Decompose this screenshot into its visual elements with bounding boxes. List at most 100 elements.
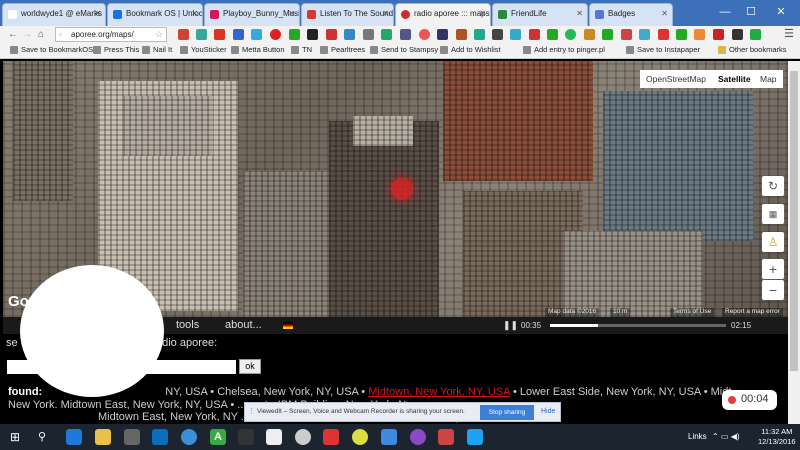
extension-icon[interactable] [602, 29, 613, 40]
extension-icon[interactable] [584, 29, 595, 40]
extension-icon[interactable] [510, 29, 521, 40]
app-icon[interactable] [181, 429, 197, 445]
extension-icon[interactable] [233, 29, 244, 40]
forward-icon[interactable]: → [20, 27, 34, 42]
minimize-button[interactable]: — [714, 4, 736, 20]
rotate-icon[interactable]: ↻ [762, 176, 784, 196]
extension-icon[interactable] [676, 29, 687, 40]
maximize-button[interactable]: ☐ [740, 4, 762, 20]
close-icon[interactable]: ✕ [382, 9, 389, 18]
app-icon[interactable] [410, 429, 426, 445]
maptype-openstreetmap[interactable]: OpenStreetMap [640, 70, 713, 88]
extension-icon[interactable] [474, 29, 485, 40]
app-icon[interactable] [152, 429, 168, 445]
bookmark-item[interactable]: Press This [93, 45, 139, 54]
extension-icon[interactable] [326, 29, 337, 40]
nav-about[interactable]: about... [225, 319, 262, 331]
maptype-map[interactable]: Map [754, 70, 783, 88]
address-bar[interactable]: ▫ aporee.org/maps/ ☆ [55, 27, 167, 42]
extension-icon[interactable] [289, 29, 300, 40]
app-icon[interactable] [381, 429, 397, 445]
close-icon[interactable]: ✕ [288, 9, 295, 18]
german-flag-icon[interactable] [283, 322, 293, 329]
extension-icon[interactable] [694, 29, 705, 40]
bookmark-item[interactable]: Save to Instapaper [626, 45, 700, 54]
result-link-active[interactable]: Midtown, New York, NY, USA [368, 386, 510, 398]
store-icon[interactable] [124, 429, 140, 445]
extension-icon[interactable] [178, 29, 189, 40]
close-icon[interactable]: ✕ [576, 9, 583, 18]
pause-icon[interactable]: ❚❚ [503, 320, 518, 331]
close-icon[interactable]: ✕ [661, 9, 668, 18]
tab-listen[interactable]: Listen To The Sounds O ✕ [301, 3, 394, 26]
extension-icon[interactable] [381, 29, 392, 40]
other-bookmarks[interactable]: Other bookmarks [718, 45, 787, 54]
bookmark-item[interactable]: TN [291, 45, 312, 54]
app-icon[interactable]: A [210, 429, 226, 445]
extension-icon[interactable] [621, 29, 632, 40]
extension-icon[interactable] [214, 29, 225, 40]
zoom-in-button[interactable]: + [762, 259, 784, 279]
recorder-timer[interactable]: 00:04 [722, 390, 777, 410]
chrome-icon[interactable] [352, 429, 368, 445]
extension-icon[interactable] [750, 29, 761, 40]
menu-icon[interactable]: ☰ [782, 27, 796, 42]
zoom-out-button[interactable]: − [762, 280, 784, 300]
tilt-icon[interactable]: ▦ [762, 204, 784, 224]
sound-location-marker[interactable] [391, 178, 413, 200]
edge-icon[interactable] [66, 429, 82, 445]
app-icon[interactable] [438, 429, 454, 445]
close-icon[interactable]: ✕ [94, 9, 101, 18]
extension-icon[interactable] [492, 29, 503, 40]
ok-button[interactable]: ok [239, 359, 261, 374]
extension-icon[interactable] [400, 29, 411, 40]
hide-button[interactable]: Hide [541, 408, 555, 415]
extension-icon[interactable] [639, 29, 650, 40]
star-icon[interactable]: ☆ [155, 29, 163, 40]
terms-link[interactable]: Terms of Use [670, 308, 715, 317]
tab-bookmarkos[interactable]: Bookmark OS | Unlock ✕ [107, 3, 203, 26]
pegman-icon[interactable]: ♙ [762, 232, 784, 252]
extension-icon[interactable] [456, 29, 467, 40]
system-tray-icons[interactable]: ⌃ ▭ ◀) [712, 432, 740, 441]
extension-icon[interactable] [713, 29, 724, 40]
bookmark-item[interactable]: Metta Button [231, 45, 285, 54]
links-toolbar[interactable]: Links [688, 432, 707, 441]
tab-emarks[interactable]: worldwyde1 @ eMarks ✕ [2, 3, 106, 26]
close-icon[interactable]: ✕ [191, 9, 198, 18]
report-error-link[interactable]: Report a map error [722, 308, 783, 317]
tab-friendlife[interactable]: FriendLife ✕ [492, 3, 588, 26]
search-icon[interactable]: ⚲ [38, 429, 54, 445]
bookmark-item[interactable]: YouSticker [180, 45, 227, 54]
extension-icon[interactable] [529, 29, 540, 40]
tab-badges[interactable]: Badges ✕ [589, 3, 673, 26]
extension-icon[interactable] [565, 29, 576, 40]
back-icon[interactable]: ← [6, 27, 20, 42]
close-window-button[interactable]: ✕ [770, 4, 792, 20]
explorer-icon[interactable] [95, 429, 111, 445]
page-scrollbar[interactable] [788, 61, 800, 424]
close-icon[interactable]: ✕ [479, 9, 486, 18]
twitter-icon[interactable] [467, 429, 483, 445]
drag-handle-icon[interactable]: ⋮ [248, 407, 255, 415]
bookmark-item[interactable]: Nail It [142, 45, 172, 54]
heart-icon[interactable] [270, 29, 281, 40]
tab-radio-aporee[interactable]: radio aporee ::: maps ✕ [395, 3, 491, 26]
extension-icon[interactable] [196, 29, 207, 40]
tab-playboy[interactable]: Playboy_Bunny_Music_ ✕ [204, 3, 300, 26]
stop-sharing-button[interactable]: Stop sharing [480, 405, 534, 420]
bookmark-item[interactable]: Save to BookmarkOS [10, 45, 93, 54]
app-icon[interactable] [266, 429, 282, 445]
bookmark-item[interactable]: Pearltrees [320, 45, 365, 54]
bookmark-item[interactable]: Add entry to pinger.pl [523, 45, 605, 54]
bookmark-item[interactable]: Send to Stampsy [370, 45, 438, 54]
app-icon[interactable] [323, 429, 339, 445]
maptype-satellite[interactable]: Satellite [712, 70, 757, 88]
extension-icon[interactable] [732, 29, 743, 40]
seek-bar[interactable] [550, 324, 726, 327]
extension-icon[interactable] [547, 29, 558, 40]
extension-icon[interactable] [344, 29, 355, 40]
bookmark-item[interactable]: Add to Wishlist [440, 45, 501, 54]
extension-icon[interactable] [437, 29, 448, 40]
windows-start-icon[interactable]: ⊞ [10, 429, 26, 445]
